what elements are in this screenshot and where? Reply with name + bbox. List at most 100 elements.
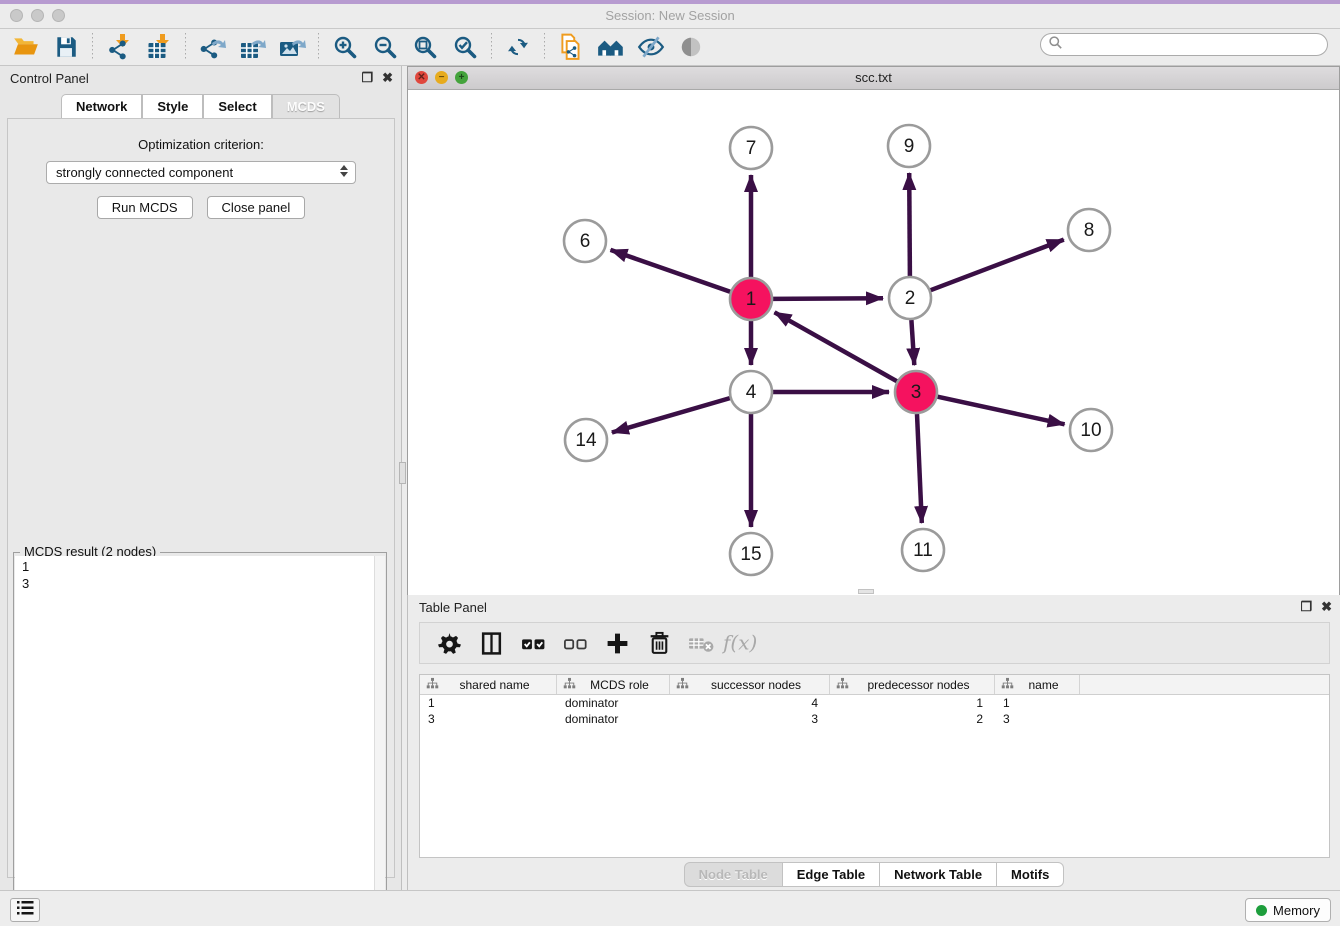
svg-text:4: 4 [746,382,757,403]
plus-icon [605,631,630,656]
node-7[interactable]: 7 [730,127,772,169]
svg-text:7: 7 [746,138,757,159]
edge-3-1[interactable] [775,312,897,381]
zoom-out-button[interactable] [368,32,402,62]
edge-2-9[interactable] [909,173,910,276]
node-15[interactable]: 15 [730,533,772,575]
tab-style[interactable]: Style [142,94,203,118]
table-cell[interactable]: dominator [557,712,670,726]
float-table-panel-icon[interactable]: ❐ [1300,599,1312,615]
svg-text:6: 6 [580,231,591,252]
column-header-shared-name[interactable]: shared name [420,675,557,694]
add-column-button[interactable] [600,628,634,658]
column-tree-icon [426,677,439,693]
edge-3-10[interactable] [938,397,1065,425]
clone-network-button[interactable] [554,32,588,62]
table-row[interactable]: 3dominator323 [420,711,1329,727]
float-panel-icon[interactable]: ❐ [361,70,373,86]
close-table-panel-icon[interactable]: ✖ [1321,599,1332,615]
close-panel-button[interactable]: Close panel [207,196,306,219]
edge-4-14[interactable] [612,398,730,432]
result-scrollbar[interactable] [374,556,385,926]
save-session-button[interactable] [49,32,83,62]
vertical-splitter-handle[interactable] [399,462,406,484]
open-file-button[interactable] [9,32,43,62]
tab-motifs[interactable]: Motifs [997,862,1064,887]
table-tabs: Node TableEdge TableNetwork TableMotifs [408,862,1340,887]
mcds-result-group: MCDS result (2 nodes) 1 3 [13,552,387,926]
node-2[interactable]: 2 [889,277,931,319]
export-network-button[interactable] [195,32,229,62]
node-14[interactable]: 14 [565,419,607,461]
table-cell[interactable]: 3 [420,712,557,726]
table-cell[interactable]: 2 [830,712,995,726]
node-4[interactable]: 4 [730,371,772,413]
show-columns-button[interactable] [474,628,508,658]
column-header-MCDS-role[interactable]: MCDS role [557,675,670,694]
export-table-button[interactable] [235,32,269,62]
run-mcds-button[interactable]: Run MCDS [97,196,193,219]
optimization-criterion-label: Optimization criterion: [8,137,394,152]
criterion-select[interactable]: strongly connected component [46,161,356,184]
select-all-button[interactable] [516,628,550,658]
table-cell[interactable]: 3 [670,712,830,726]
tab-network-table[interactable]: Network Table [880,862,997,887]
network-graph[interactable]: 7 9 6 8 1 2 4 3 14 10 15 11 [408,90,1339,595]
import-table-button[interactable] [142,32,176,62]
zoom-fit-button[interactable] [408,32,442,62]
edge-2-8[interactable] [931,240,1064,291]
edge-3-11[interactable] [917,414,922,523]
network-canvas[interactable]: 7 9 6 8 1 2 4 3 14 10 15 11 [408,90,1339,595]
node-9[interactable]: 9 [888,125,930,167]
apply-layout-button[interactable] [501,32,535,62]
zoom-selected-button[interactable] [448,32,482,62]
table-cell[interactable]: 3 [995,712,1080,726]
table-cell[interactable]: dominator [557,696,670,710]
table-cell[interactable]: 1 [420,696,557,710]
deselect-all-button[interactable] [558,628,592,658]
node-8[interactable]: 8 [1068,209,1110,251]
table-row[interactable]: 1dominator411 [420,695,1329,711]
node-1[interactable]: 1 [730,278,772,320]
node-11[interactable]: 11 [902,529,944,571]
node-3[interactable]: 3 [895,371,937,413]
tab-edge-table[interactable]: Edge Table [783,862,880,887]
search-input[interactable] [1067,36,1327,53]
column-tree-icon [836,677,849,693]
horizontal-splitter-handle[interactable] [858,589,874,594]
column-header-name[interactable]: name [995,675,1080,694]
zoom-in-icon [332,34,358,60]
column-header-successor-nodes[interactable]: successor nodes [670,675,830,694]
import-network-button[interactable] [102,32,136,62]
tab-mcds[interactable]: MCDS [272,94,340,118]
node-6[interactable]: 6 [564,220,606,262]
network-view-titlebar[interactable]: ✕ − + scc.txt [408,67,1339,90]
zoom-in-button[interactable] [328,32,362,62]
tab-network[interactable]: Network [61,94,142,118]
table-cell[interactable]: 1 [830,696,995,710]
tab-select[interactable]: Select [203,94,271,118]
control-panel-tabs: NetworkStyleSelectMCDS [0,94,401,118]
table-cell[interactable]: 4 [670,696,830,710]
table-cell[interactable]: 1 [995,696,1080,710]
mcds-result-list[interactable]: 1 3 [15,556,385,926]
window-title: Session: New Session [0,8,1340,23]
edge-1-2[interactable] [773,298,883,299]
delete-rows-button[interactable] [642,628,676,658]
export-image-button[interactable] [275,32,309,62]
memory-button[interactable]: Memory [1245,898,1331,922]
edge-1-6[interactable] [611,250,731,292]
hide-selected-button[interactable] [634,32,668,62]
search-box[interactable] [1040,33,1328,56]
task-history-button[interactable] [10,898,40,922]
column-header-predecessor-nodes[interactable]: predecessor nodes [830,675,995,694]
tab-node-table[interactable]: Node Table [684,862,783,887]
first-neighbors-button[interactable] [594,32,628,62]
column-tree-icon [676,677,689,693]
node-10[interactable]: 10 [1070,409,1112,451]
combo-stepper-icon [340,165,348,177]
table-options-button[interactable] [432,628,466,658]
close-panel-icon[interactable]: ✖ [382,70,393,86]
show-all-button[interactable] [674,32,708,62]
edge-2-3[interactable] [911,320,914,365]
